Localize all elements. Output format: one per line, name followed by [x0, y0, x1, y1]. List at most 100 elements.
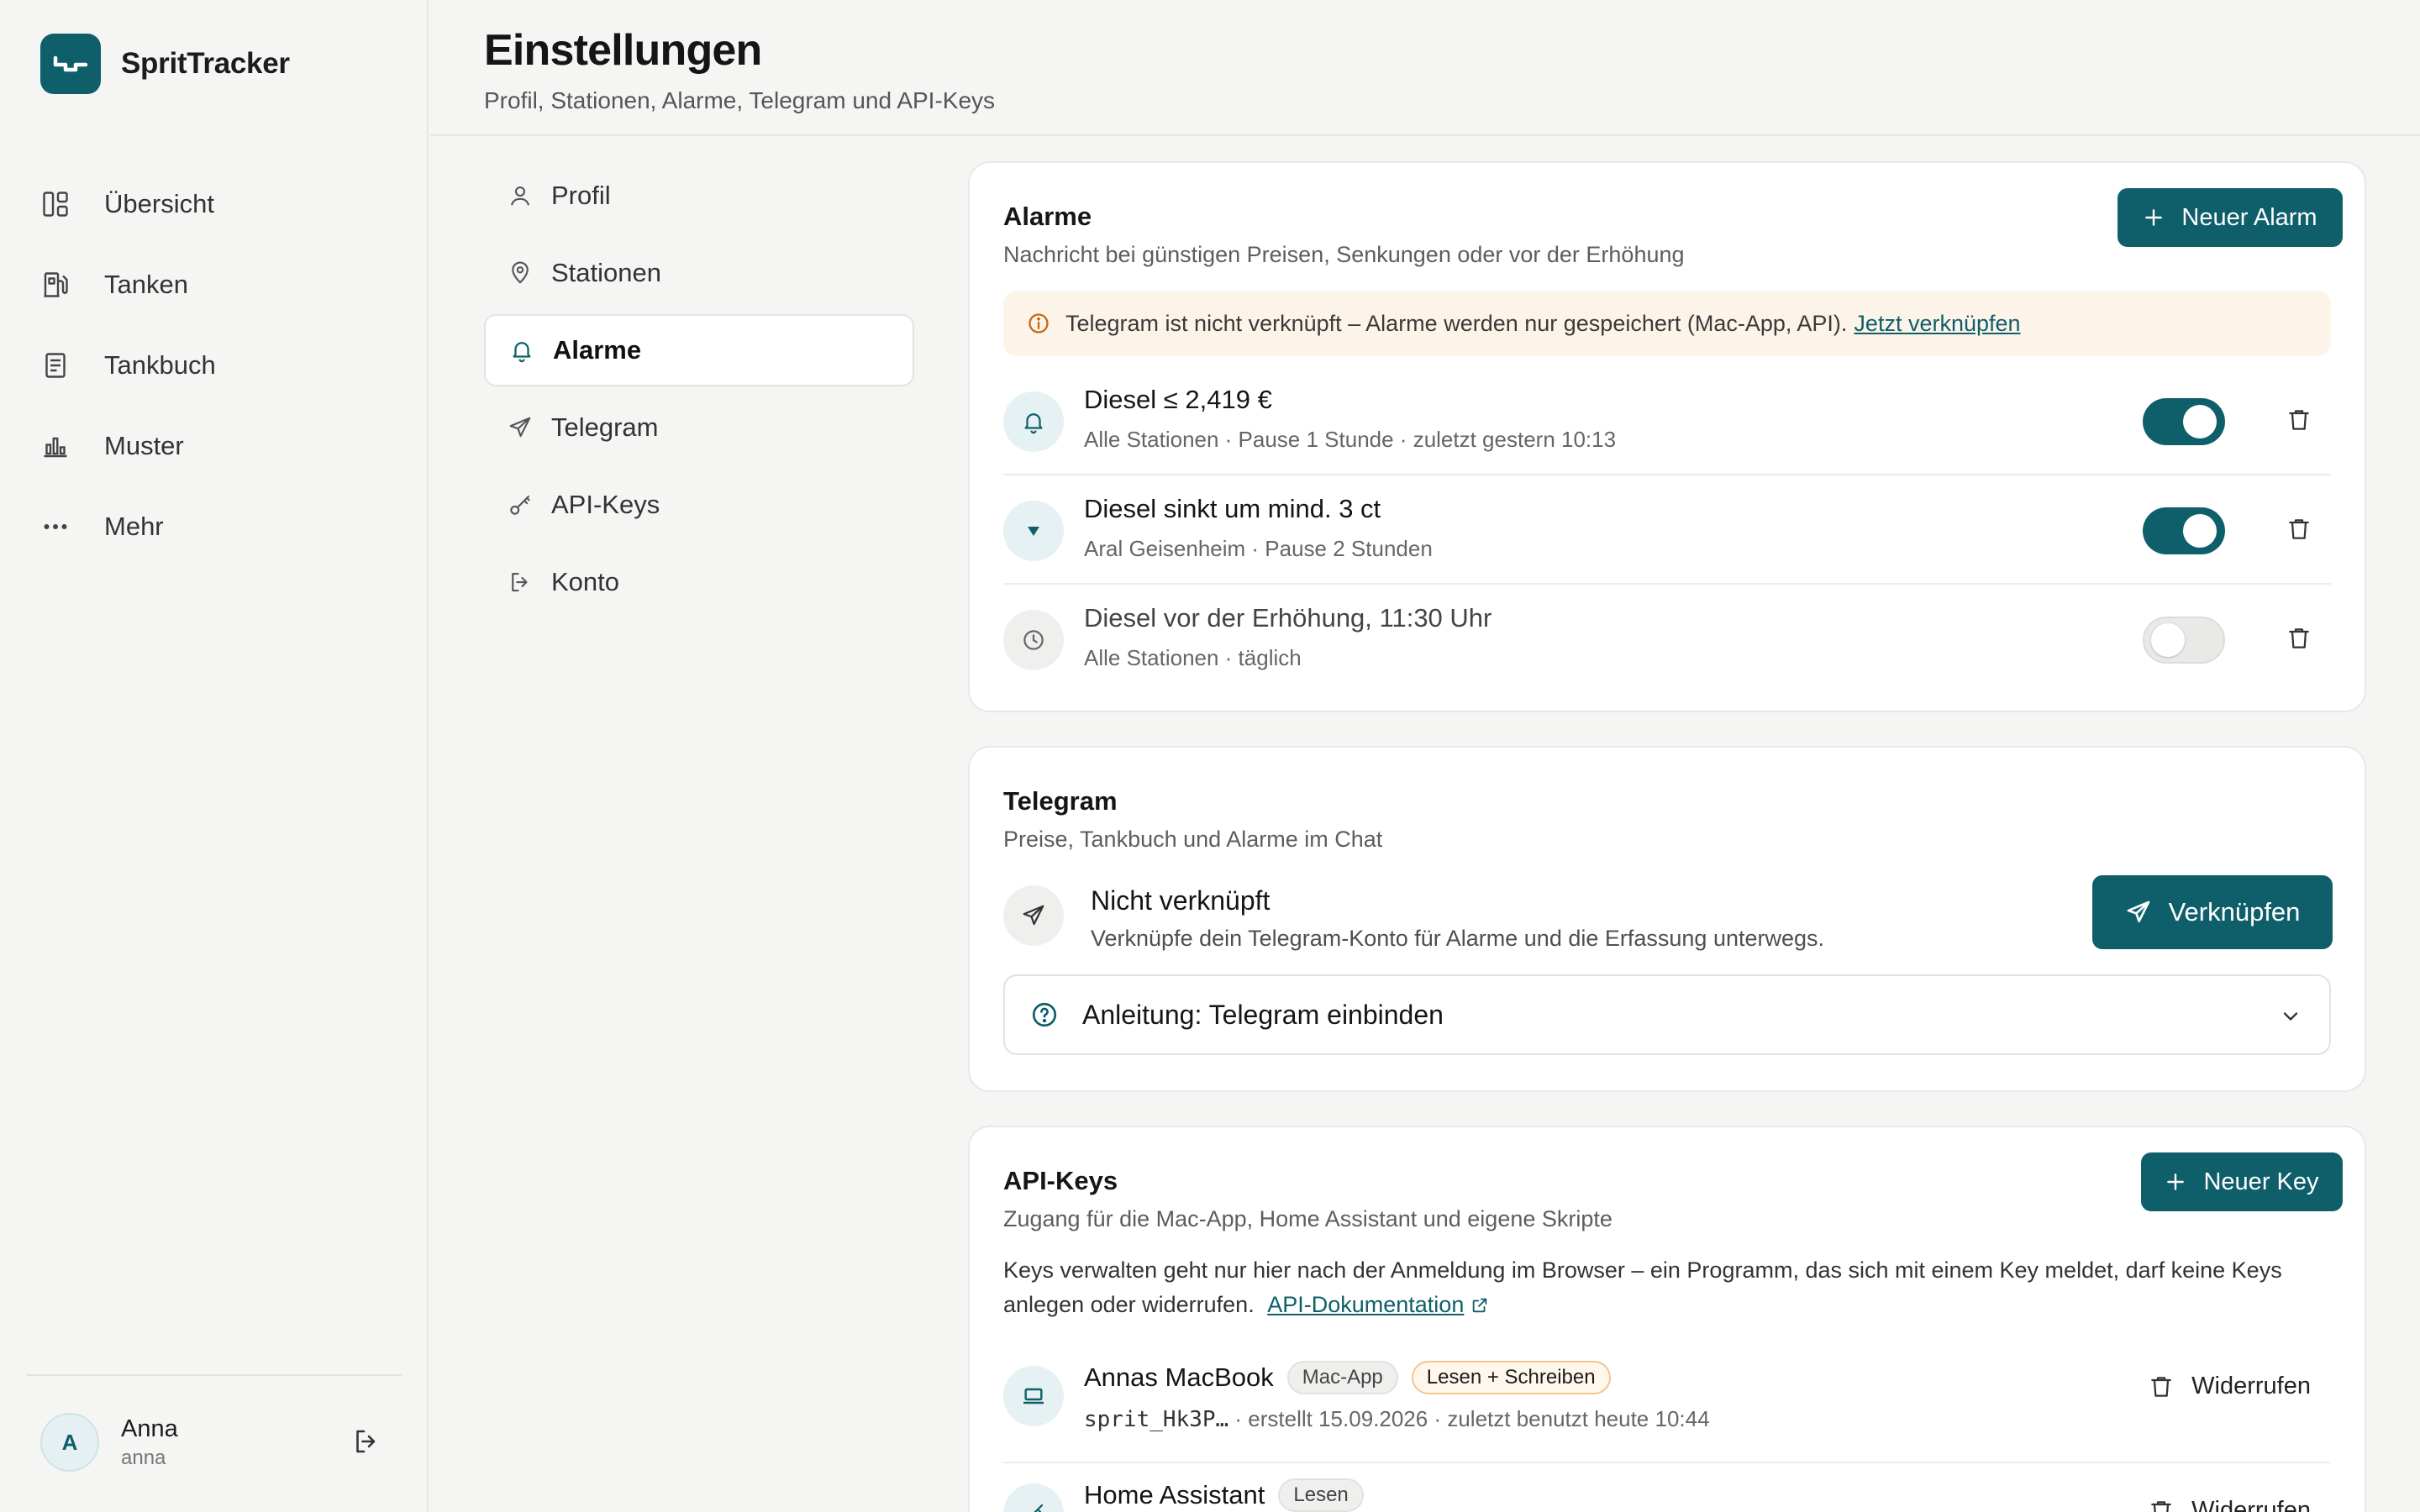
nav-label: Muster — [104, 431, 184, 460]
api-keys-title: API-Keys — [1003, 1166, 1118, 1195]
api-key-row: Annas MacBook Mac-App Lesen + Schreiben … — [1003, 1347, 2331, 1463]
telegram-status-title: Nicht verknüpft — [1091, 885, 1270, 916]
alarm-meta: Alle Stationen · Pause 1 Stunde · zuletz… — [1084, 427, 1617, 452]
nav-item-uebersicht[interactable]: Übersicht — [40, 164, 393, 244]
settings-nav-telegram[interactable]: Telegram — [484, 391, 914, 464]
user-handle: anna — [121, 1446, 166, 1469]
api-keys-note-text: Keys verwalten geht nur hier nach der An… — [1003, 1257, 2282, 1317]
trash-icon — [2148, 1498, 2175, 1512]
more-icon — [40, 512, 91, 542]
api-key-header: Annas MacBook Mac-App Lesen + Schreiben — [1084, 1361, 1611, 1394]
user-icon — [506, 183, 534, 208]
alarm-toggle[interactable] — [2143, 617, 2225, 664]
revoke-label: Widerrufen — [2191, 1497, 2311, 1512]
sidebar: SpritTracker Übersicht Tanken Tankbuch M… — [0, 0, 429, 1512]
alarm-meta: Alle Stationen · täglich — [1084, 645, 1302, 670]
app-name: SpritTracker — [121, 47, 290, 80]
page-header: Einstellungen Profil, Stationen, Alarme,… — [430, 0, 2420, 136]
key-icon — [1003, 1483, 1064, 1512]
plus-icon — [2165, 1171, 2186, 1193]
logbook-icon — [40, 350, 91, 381]
alarm-toggle[interactable] — [2143, 398, 2225, 445]
alarm-title: Diesel ≤ 2,419 € — [1084, 385, 1272, 414]
bar-chart-icon — [40, 431, 91, 461]
api-keys-card: API-Keys Zugang für die Mac-App, Home As… — [968, 1126, 2366, 1512]
alarm-row: Diesel ≤ 2,419 € Alle Stationen · Pause … — [1003, 366, 2331, 475]
telegram-status: Nicht verknüpft Verknüpfe dein Telegram-… — [1003, 877, 1844, 958]
nav-label: Tankbuch — [104, 350, 216, 380]
link-telegram-button[interactable]: Verknüpfen — [2092, 875, 2333, 949]
triangle-down-icon — [1003, 501, 1064, 561]
settings-nav-label: Alarme — [553, 335, 642, 365]
settings-nav-label: Stationen — [551, 258, 661, 287]
brand[interactable]: SpritTracker — [40, 34, 290, 94]
nav-item-tanken[interactable]: Tanken — [40, 244, 393, 325]
fuel-pump-icon — [40, 270, 91, 300]
new-alarm-button[interactable]: Neuer Alarm — [2118, 188, 2343, 247]
nav-item-tankbuch[interactable]: Tankbuch — [40, 325, 393, 406]
new-key-button[interactable]: Neuer Key — [2141, 1152, 2343, 1211]
settings-nav-api-keys[interactable]: API-Keys — [484, 469, 914, 541]
settings-nav-stationen[interactable]: Stationen — [484, 237, 914, 309]
settings-nav-profil[interactable]: Profil — [484, 160, 914, 232]
alarm-row: Diesel vor der Erhöhung, 11:30 Uhr Alle … — [1003, 585, 2331, 694]
api-key-name: Home Assistant — [1084, 1480, 1265, 1509]
alarm-toggle[interactable] — [2143, 507, 2225, 554]
api-key-row: Home Assistant Lesen Widerrufen — [1003, 1465, 2331, 1512]
map-pin-icon — [506, 260, 534, 286]
settings-nav-label: Profil — [551, 181, 611, 210]
alarms-card: Alarme Nachricht bei günstigen Preisen, … — [968, 161, 2366, 712]
nav-item-muster[interactable]: Muster — [40, 406, 393, 486]
bell-icon — [508, 338, 536, 363]
sidebar-divider — [27, 1374, 402, 1376]
alarms-title: Alarme — [1003, 202, 1092, 231]
plus-icon — [2143, 207, 2165, 228]
info-icon — [1027, 312, 1050, 335]
nav-label: Übersicht — [104, 189, 214, 218]
telegram-guide-accordion[interactable]: Anleitung: Telegram einbinden — [1003, 974, 2331, 1055]
telegram-subtitle: Preise, Tankbuch und Alarme im Chat — [1003, 827, 1383, 852]
api-key-name: Annas MacBook — [1084, 1362, 1274, 1392]
new-key-label: Neuer Key — [2203, 1168, 2319, 1195]
revoke-button[interactable]: Widerrufen — [2148, 1497, 2311, 1512]
settings-nav: Profil Stationen Alarme Telegram API-Key… — [484, 160, 914, 623]
telegram-guide-title: Anleitung: Telegram einbinden — [1082, 999, 1444, 1030]
bell-icon — [1003, 391, 1064, 452]
settings-nav-konto[interactable]: Konto — [484, 546, 914, 618]
telegram-title: Telegram — [1003, 786, 1118, 816]
settings-nav-alarme[interactable]: Alarme — [484, 314, 914, 386]
main-nav: Übersicht Tanken Tankbuch Muster Mehr — [40, 164, 393, 567]
logout-icon — [506, 570, 534, 595]
api-keys-subtitle: Zugang für die Mac-App, Home Assistant u… — [1003, 1206, 1612, 1231]
telegram-status-desc: Verknüpfe dein Telegram-Konto für Alarme… — [1091, 926, 1825, 951]
badge-permission: Lesen + Schreiben — [1411, 1361, 1611, 1394]
send-icon — [1003, 885, 1064, 946]
api-key-header: Home Assistant Lesen — [1084, 1478, 1364, 1512]
external-link-icon — [1470, 1292, 1489, 1317]
page-title: Einstellungen — [484, 26, 762, 75]
badge-permission: Lesen — [1278, 1478, 1364, 1512]
logout-icon[interactable] — [351, 1426, 381, 1461]
telegram-card: Telegram Preise, Tankbuch und Alarme im … — [968, 746, 2366, 1092]
settings-nav-label: Konto — [551, 567, 620, 596]
trash-icon[interactable] — [2286, 407, 2312, 438]
trash-icon[interactable] — [2286, 516, 2312, 547]
telegram-warning-banner: Telegram ist nicht verknüpft – Alarme we… — [1003, 291, 2331, 356]
revoke-button[interactable]: Widerrufen — [2148, 1373, 2311, 1400]
user-profile[interactable]: A Anna anna — [40, 1411, 393, 1473]
chevron-down-icon — [2279, 1005, 2302, 1032]
user-name: Anna — [121, 1415, 178, 1442]
link-telegram-now[interactable]: Jetzt verknüpfen — [1854, 311, 2020, 337]
link-telegram-label: Verknüpfen — [2168, 897, 2301, 927]
new-alarm-label: Neuer Alarm — [2181, 203, 2317, 231]
trash-icon[interactable] — [2286, 625, 2312, 656]
api-docs-link[interactable]: API-Dokumentation — [1267, 1292, 1464, 1317]
settings-nav-label: API-Keys — [551, 490, 660, 519]
send-icon — [2125, 899, 2152, 926]
badge-client: Mac-App — [1286, 1361, 1398, 1394]
api-keys-note: Keys verwalten geht nur hier nach der An… — [1003, 1253, 2348, 1322]
nav-item-mehr[interactable]: Mehr — [40, 486, 393, 567]
page-subtitle: Profil, Stationen, Alarme, Telegram und … — [484, 87, 996, 113]
laptop-icon — [1003, 1366, 1064, 1426]
api-key-prefix: sprit_Hk3P… — [1084, 1407, 1229, 1432]
